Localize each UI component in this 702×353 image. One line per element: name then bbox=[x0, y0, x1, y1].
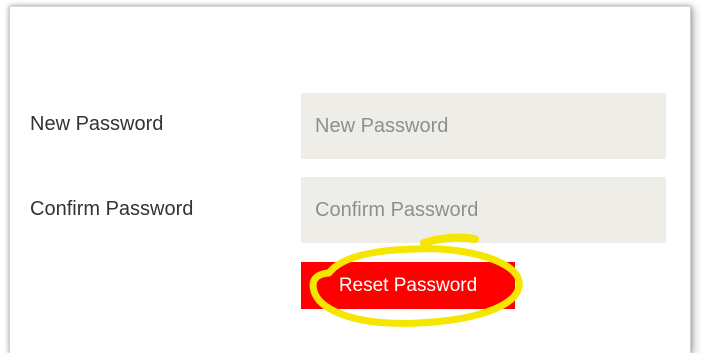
confirm-password-input[interactable] bbox=[301, 177, 666, 243]
new-password-input[interactable] bbox=[301, 93, 666, 159]
reset-password-button[interactable]: Reset Password bbox=[301, 262, 515, 309]
screenshot-canvas: New Password Confirm Password Reset Pass… bbox=[0, 0, 702, 353]
new-password-label: New Password bbox=[30, 113, 164, 135]
confirm-password-label: Confirm Password bbox=[30, 198, 194, 220]
